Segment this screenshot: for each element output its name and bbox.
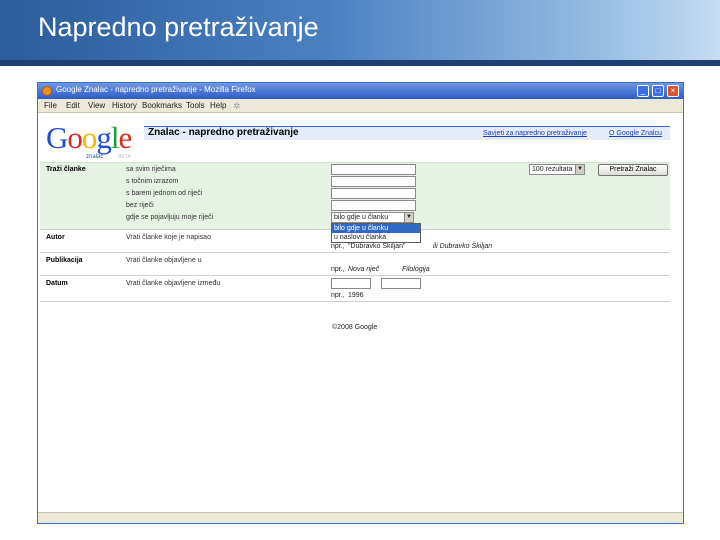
- where-words-value: bilo gdje u članku: [334, 214, 389, 221]
- results-count-value: 100 rezultata: [532, 166, 573, 173]
- author-example: "Dubravko Škiljan": [348, 243, 406, 250]
- chevron-down-icon[interactable]: ▼: [404, 213, 413, 222]
- exact-phrase-input[interactable]: [331, 176, 416, 187]
- any-words-label: s barem jednom od riječi: [126, 190, 203, 197]
- publication-label: Publikacija: [46, 257, 83, 264]
- logo-beta: BETA: [118, 154, 131, 160]
- search-button[interactable]: Pretraži Znalac: [598, 164, 668, 176]
- find-articles-label: Traži članke: [46, 166, 86, 173]
- where-words-dropdown: bilo gdje u članku u naslovu članka: [331, 223, 421, 243]
- all-words-label: sa svim riječima: [126, 166, 176, 173]
- date-to-input[interactable]: [381, 278, 421, 289]
- logo-subtitle: znalac: [86, 154, 104, 160]
- browser-window: Google Znalac - napredno pretraživanje -…: [37, 82, 684, 524]
- close-button[interactable]: ×: [667, 85, 679, 97]
- section-divider: [40, 301, 670, 302]
- publication-desc: Vrati članke objavljene u: [126, 257, 202, 264]
- author-example-alt: ili Dubravko Škiljan: [433, 243, 493, 250]
- presentation-slide: Napredno pretraživanje Google Znalac - n…: [0, 0, 720, 540]
- section-divider: [40, 252, 670, 253]
- exact-phrase-label: s točnim izrazom: [126, 178, 179, 185]
- results-count-select[interactable]: 100 rezultata ▼: [529, 164, 585, 175]
- menu-tools[interactable]: Tools: [186, 101, 205, 110]
- where-words-label: gdje se pojavljuju moje riječi: [126, 214, 214, 221]
- dropdown-option[interactable]: u naslovu članka: [332, 233, 420, 242]
- author-example-prefix: npr.,: [331, 243, 345, 250]
- without-words-label: bez riječi: [126, 202, 154, 209]
- menu-bookmarks[interactable]: Bookmarks: [142, 101, 182, 110]
- menu-file[interactable]: File: [44, 101, 57, 110]
- maximize-button[interactable]: □: [652, 85, 664, 97]
- logo-wordmark: Google: [46, 120, 132, 155]
- page-title: Znalac - napredno pretraživanje: [148, 127, 299, 138]
- page-content: Google znalac BETA Znalac - napredno pre…: [38, 114, 683, 523]
- slide-title: Napredno pretraživanje: [38, 12, 319, 42]
- publication-example-2: Filologija: [402, 266, 430, 273]
- window-title: Google Znalac - napredno pretraživanje -…: [56, 85, 256, 94]
- date-desc: Vrati članke objavljene između: [126, 280, 221, 287]
- chevron-down-icon[interactable]: ▼: [575, 165, 584, 174]
- date-label: Datum: [46, 280, 68, 287]
- menu-help[interactable]: Help: [210, 101, 226, 110]
- menu-history[interactable]: History: [112, 101, 137, 110]
- author-desc: Vrati članke koje je napisao: [126, 234, 211, 241]
- dropdown-option[interactable]: bilo gdje u članku: [332, 224, 420, 233]
- publication-example-prefix: npr.,: [331, 266, 345, 273]
- menu-bar: File Edit View History Bookmarks Tools H…: [38, 99, 683, 113]
- throbber-icon: ✲: [233, 101, 241, 111]
- without-words-input[interactable]: [331, 200, 416, 211]
- date-example-prefix: npr.,: [331, 292, 345, 299]
- menu-edit[interactable]: Edit: [66, 101, 80, 110]
- section-divider: [40, 275, 670, 276]
- minimize-button[interactable]: _: [637, 85, 649, 97]
- window-titlebar: Google Znalac - napredno pretraživanje -…: [38, 83, 683, 99]
- all-words-input[interactable]: [331, 164, 416, 175]
- firefox-icon: [42, 86, 52, 96]
- about-scholar-link[interactable]: O Google Znalcu: [609, 130, 662, 137]
- any-words-input[interactable]: [331, 188, 416, 199]
- where-words-select[interactable]: bilo gdje u članku ▼: [331, 212, 414, 223]
- publication-example-1: Nova riječ: [348, 266, 380, 273]
- date-from-input[interactable]: [331, 278, 371, 289]
- status-bar: [38, 512, 683, 523]
- copyright-text: ©2008 Google: [332, 324, 378, 331]
- date-example: 1996: [348, 292, 364, 299]
- menu-view[interactable]: View: [88, 101, 105, 110]
- author-label: Autor: [46, 234, 65, 241]
- slide-header-rule: [0, 60, 720, 66]
- advanced-tips-link[interactable]: Savjeti za napredno pretraživanje: [483, 130, 587, 137]
